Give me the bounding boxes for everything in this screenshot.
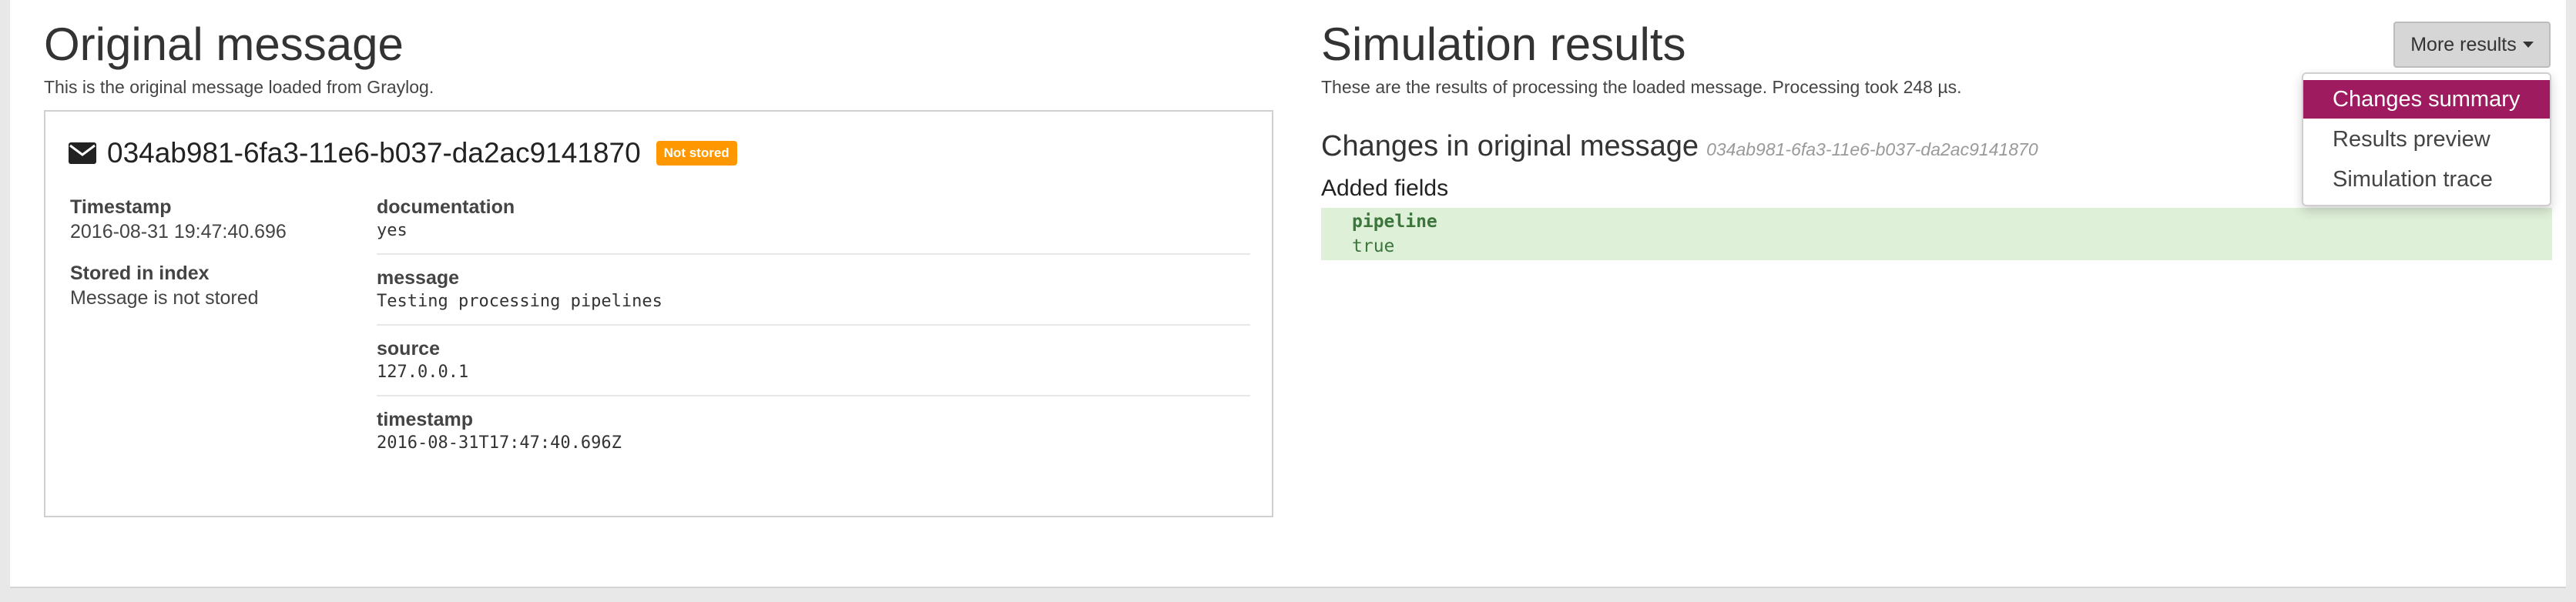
envelope-icon [69, 142, 96, 164]
simulation-results-title: Simulation results [1321, 18, 1686, 70]
not-stored-badge: Not stored [656, 141, 737, 166]
message-fields: documentation yes message Testing proces… [377, 195, 1250, 477]
field-row: timestamp 2016-08-31T17:47:40.696Z [377, 407, 1250, 466]
added-field-name: pipeline [1352, 212, 1437, 232]
changes-title: Changes in original message 034ab981-6fa3… [1321, 125, 2038, 171]
message-header: 034ab981-6fa3-11e6-b037-da2ac9141870 Not… [69, 130, 737, 176]
more-results-label: More results [2410, 33, 2517, 55]
menu-item-results-preview[interactable]: Results preview [2303, 120, 2550, 159]
original-message-header: Original message This is the original me… [44, 14, 1275, 99]
field-name: documentation [377, 196, 515, 218]
original-message-title: Original message [44, 18, 404, 70]
field-row: message Testing processing pipelines [377, 266, 1250, 326]
field-value: 127.0.0.1 [377, 363, 469, 382]
timestamp-value: 2016-08-31 19:47:40.696 [70, 221, 287, 242]
field-name: message [377, 267, 460, 289]
stored-in-index-label: Stored in index [70, 263, 210, 284]
original-message-subtitle: This is the original message loaded from… [44, 77, 434, 97]
added-field-value: true [1352, 236, 1395, 256]
message-panel: 034ab981-6fa3-11e6-b037-da2ac9141870 Not… [44, 110, 1273, 517]
caret-down-icon [2522, 42, 2534, 48]
menu-item-simulation-trace[interactable]: Simulation trace [2303, 160, 2550, 199]
changes-message-id: 034ab981-6fa3-11e6-b037-da2ac9141870 [1706, 139, 2038, 159]
field-value: Testing processing pipelines [377, 292, 662, 311]
added-fields-label: Added fields [1321, 176, 1449, 201]
stored-in-index-value: Message is not stored [70, 287, 259, 309]
field-row: documentation yes [377, 195, 1250, 255]
field-row: source 127.0.0.1 [377, 336, 1250, 396]
field-value: yes [377, 221, 408, 240]
menu-item-changes-summary[interactable]: Changes summary [2303, 80, 2550, 119]
more-results-menu: Changes summary Results preview Simulati… [2302, 72, 2551, 206]
field-value: 2016-08-31T17:47:40.696Z [377, 433, 622, 453]
message-meta: Timestamp 2016-08-31 19:47:40.696 Stored… [70, 195, 347, 327]
message-id[interactable]: 034ab981-6fa3-11e6-b037-da2ac9141870 [107, 130, 641, 176]
added-field: pipeline true [1321, 208, 2552, 260]
changes-title-text: Changes in original message [1321, 130, 1699, 162]
page-content: Original message This is the original me… [10, 0, 2566, 588]
more-results-button[interactable]: More results [2393, 22, 2551, 68]
field-name: source [377, 338, 440, 360]
field-name: timestamp [377, 409, 474, 430]
timestamp-label: Timestamp [70, 196, 172, 218]
